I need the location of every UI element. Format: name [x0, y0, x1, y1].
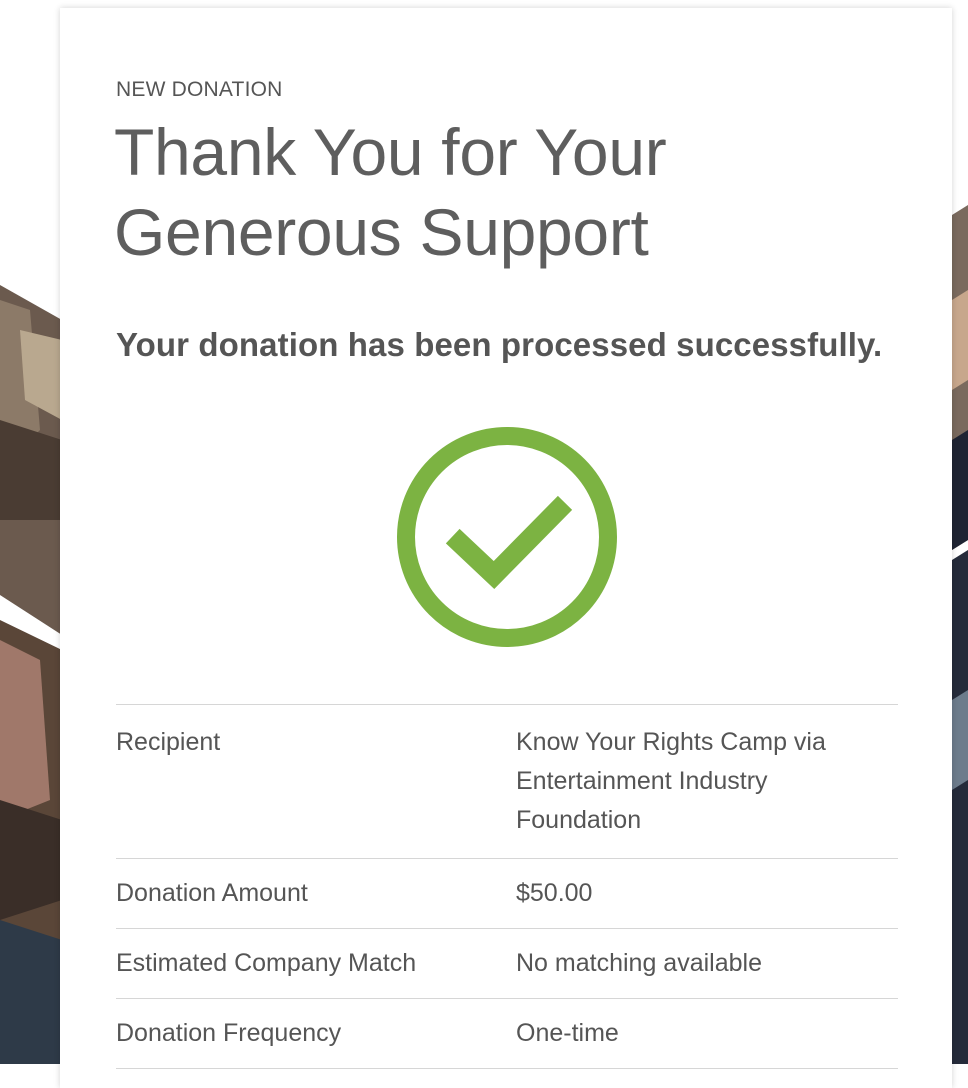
details-row-company-match: Estimated Company Match No matching avai… [116, 929, 898, 999]
background-photo-collage-left [0, 0, 62, 1064]
background-photo-collage-right [952, 0, 968, 1064]
background-photo-left [0, 0, 62, 1064]
details-value: One-time [516, 1019, 619, 1047]
details-row-frequency: Donation Frequency One-time [116, 999, 898, 1069]
details-label: Donation Frequency [116, 1019, 342, 1047]
donation-details-table: Recipient Know Your Rights Camp via Ente… [116, 704, 898, 1069]
details-label: Donation Amount [116, 879, 308, 907]
status-message: Your donation has been processed success… [116, 326, 883, 363]
page-title: Thank You for Your Generous Support [114, 112, 814, 272]
page-title-line-1: Thank You for Your [114, 115, 667, 189]
details-value: Know Your Rights Camp via Entertainment … [516, 728, 826, 834]
details-value: $50.00 [516, 879, 593, 907]
background-photo-right [952, 0, 968, 1064]
details-label: Estimated Company Match [116, 949, 417, 977]
details-row-amount: Donation Amount $50.00 [116, 859, 898, 929]
details-row-recipient: Recipient Know Your Rights Camp via Ente… [116, 705, 898, 859]
eyebrow-label: NEW DONATION [116, 78, 283, 101]
details-label: Recipient [116, 728, 221, 756]
donation-confirmation-card: NEW DONATION Thank You for Your Generous… [60, 8, 952, 1088]
page-title-line-2: Generous Support [114, 195, 649, 269]
details-value: No matching available [516, 949, 762, 977]
check-circle-icon [397, 427, 617, 647]
